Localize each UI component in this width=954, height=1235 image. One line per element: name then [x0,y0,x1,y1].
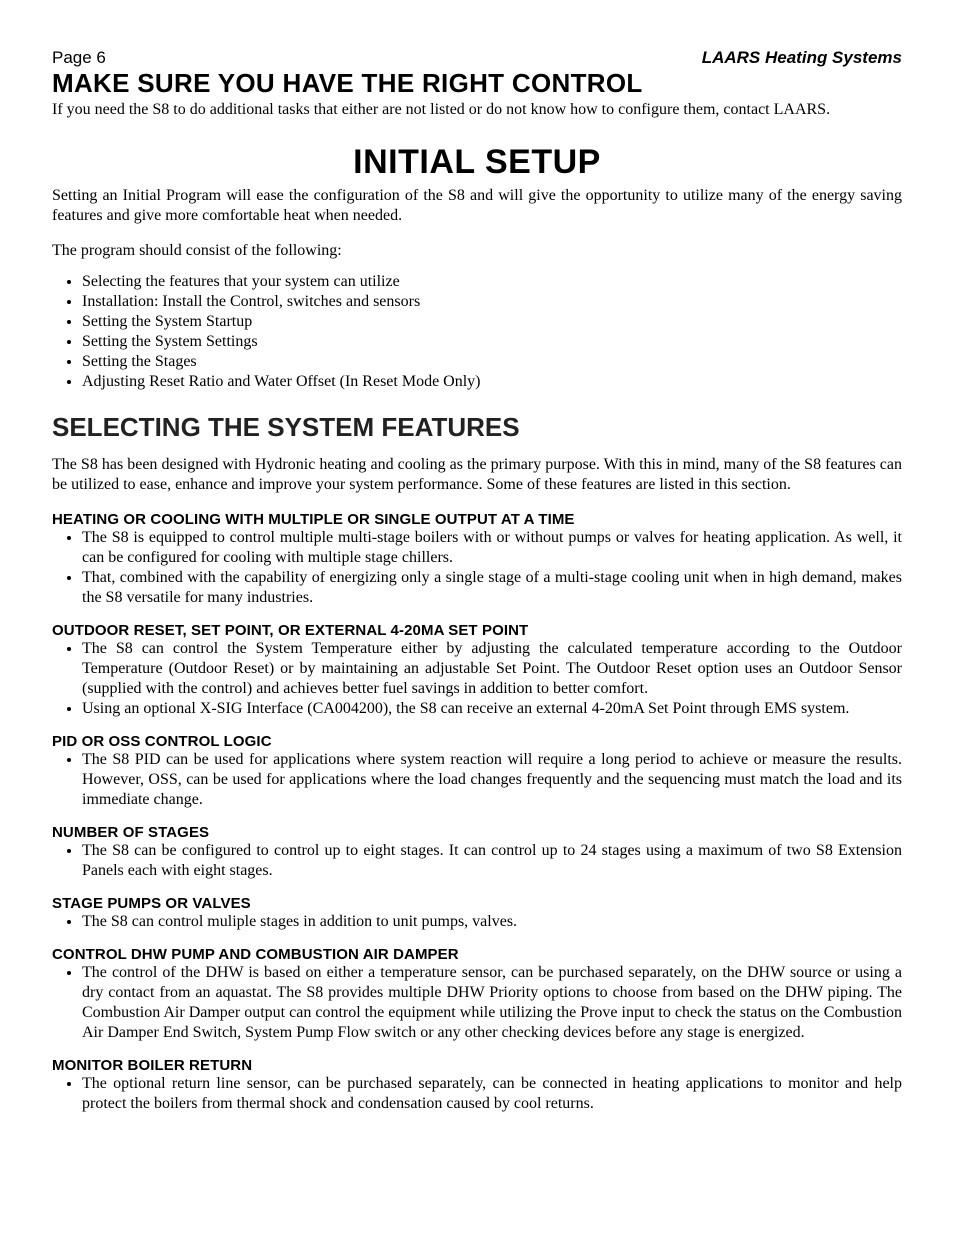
feature-subheading: PID OR OSS CONTROL LOGIC [52,733,902,750]
feature-subheading: STAGE PUMPS OR VALVES [52,895,902,912]
initial-bullet-item: Adjusting Reset Ratio and Water Offset (… [82,372,902,392]
initial-bullet-item: Selecting the features that your system … [82,272,902,292]
feature-bullet-item: The S8 can control the System Temperatur… [82,639,902,699]
feature-bullet-list: The S8 can be configured to control up t… [52,841,902,881]
feature-bullet-item: The control of the DHW is based on eithe… [82,963,902,1043]
page-number: Page 6 [52,48,106,68]
top-heading: MAKE SURE YOU HAVE THE RIGHT CONTROL [52,68,902,99]
initial-paragraph-1: Setting an Initial Program will ease the… [52,186,902,226]
feature-subheading: CONTROL DHW PUMP AND COMBUSTION AIR DAMP… [52,946,902,963]
feature-bullet-list: The S8 is equipped to control multiple m… [52,528,902,608]
feature-bullet-list: The S8 can control the System Temperatur… [52,639,902,719]
feature-subheading: HEATING OR COOLING WITH MULTIPLE OR SING… [52,511,902,528]
brand-label: LAARS Heating Systems [702,48,902,68]
feature-bullet-item: The S8 PID can be used for applications … [82,750,902,810]
initial-bullet-item: Setting the System Settings [82,332,902,352]
feature-sections-container: HEATING OR COOLING WITH MULTIPLE OR SING… [52,511,902,1114]
feature-bullet-list: The control of the DHW is based on eithe… [52,963,902,1043]
feature-subheading: MONITOR BOILER RETURN [52,1057,902,1074]
feature-bullet-list: The optional return line sensor, can be … [52,1074,902,1114]
feature-bullet-list: The S8 can control muliple stages in add… [52,912,902,932]
initial-bullet-item: Setting the System Startup [82,312,902,332]
top-subtext: If you need the S8 to do additional task… [52,101,902,119]
initial-setup-heading: INITIAL SETUP [52,143,902,182]
document-page: Page 6 LAARS Heating Systems MAKE SURE Y… [0,0,954,1235]
features-heading: SELECTING THE SYSTEM FEATURES [52,412,902,443]
initial-paragraph-2: The program should consist of the follow… [52,242,902,260]
feature-bullet-item: The S8 is equipped to control multiple m… [82,528,902,568]
initial-bullet-item: Setting the Stages [82,352,902,372]
feature-bullet-list: The S8 PID can be used for applications … [52,750,902,810]
feature-bullet-item: The S8 can be configured to control up t… [82,841,902,881]
feature-subheading: NUMBER OF STAGES [52,824,902,841]
feature-subheading: OUTDOOR RESET, SET POINT, OR EXTERNAL 4-… [52,622,902,639]
initial-bullet-item: Installation: Install the Control, switc… [82,292,902,312]
initial-bullet-list: Selecting the features that your system … [52,272,902,392]
features-intro: The S8 has been designed with Hydronic h… [52,455,902,495]
feature-bullet-item: The S8 can control muliple stages in add… [82,912,902,932]
feature-bullet-item: The optional return line sensor, can be … [82,1074,902,1114]
feature-bullet-item: That, combined with the capability of en… [82,568,902,608]
feature-bullet-item: Using an optional X-SIG Interface (CA004… [82,699,902,719]
page-header: Page 6 LAARS Heating Systems [52,48,902,68]
